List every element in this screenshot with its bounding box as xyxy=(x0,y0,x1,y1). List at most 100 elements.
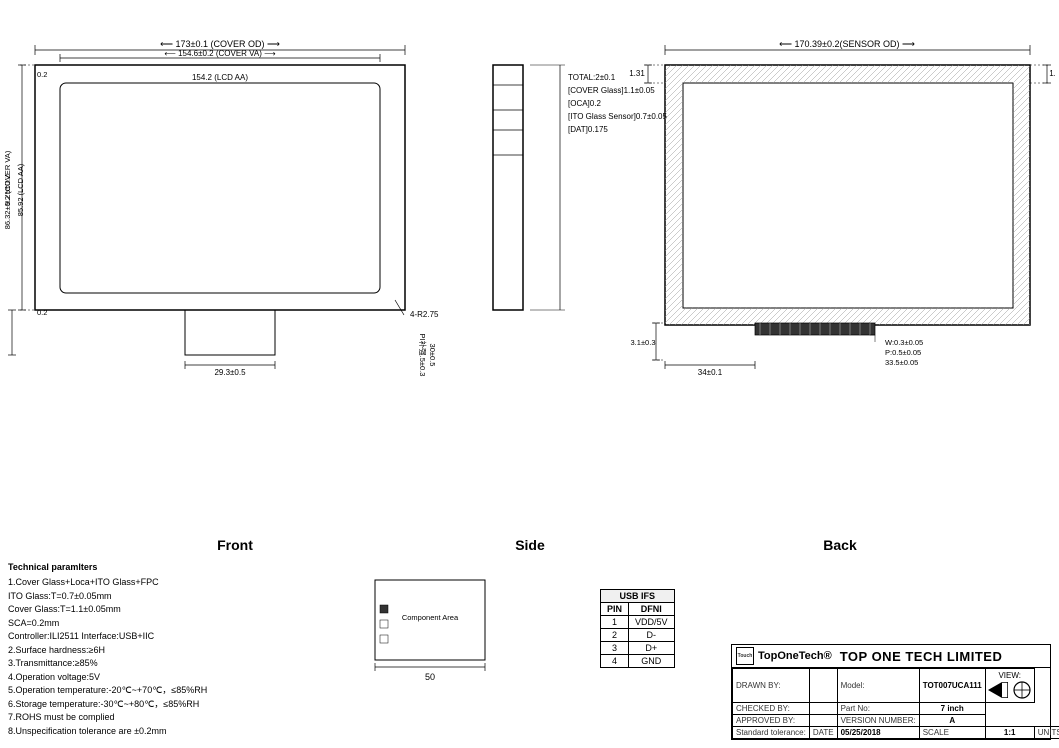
tb-part-no-value: 7 inch xyxy=(919,703,985,715)
back-dim-3-1: 3.1±0.3 xyxy=(631,338,656,347)
tb-model-value: TOT007UCA111 xyxy=(919,669,985,703)
tech-line-5: 2.Surface hardness:≥6H xyxy=(8,644,207,658)
logo-box: Touch xyxy=(736,647,754,665)
back-hatch-top xyxy=(665,65,1030,83)
view-crosshair xyxy=(1012,680,1032,700)
back-view-label: Back xyxy=(650,537,1030,553)
side-ito-glass: [ITO Glass Sensor]0.7±0.05 xyxy=(568,112,668,121)
back-hatch-bottom xyxy=(665,307,1030,325)
tech-line-0: 1.Cover Glass+Loca+ITO Glass+FPC xyxy=(8,576,207,590)
company-full-name: TOP ONE TECH LIMITED xyxy=(840,649,1003,664)
tb-approved-value xyxy=(809,715,837,727)
tech-line-4: Controller:ILI2511 Interface:USB+IIC xyxy=(8,630,207,644)
back-sensor-od xyxy=(665,65,1030,325)
usb-col-dfni: DFNI xyxy=(629,603,675,616)
tech-line-8: 5.Operation temperature:-20℃~+70℃，≤85%RH xyxy=(8,684,207,698)
usb-pin-2: 2 xyxy=(601,629,629,642)
tb-view-label: VIEW: xyxy=(988,671,1032,680)
connector-diagram: Component Area 50 26.19 xyxy=(370,575,500,693)
front-view-label: Front xyxy=(0,537,470,553)
dim-cover-od-width: ⟵ 173±0.1 (COVER OD) ⟶ xyxy=(160,39,280,49)
back-dim-34: 34±0.1 xyxy=(698,368,723,377)
usb-dfni-4: GND xyxy=(629,655,675,668)
dim-lcd-aa-width: 154.2 (LCD AA) xyxy=(192,73,248,82)
tb-row-approved: APPROVED BY: VERSION NUMBER: A xyxy=(733,715,1059,727)
usb-col-pin: PIN xyxy=(601,603,629,616)
usb-ifs-title: USB IFS xyxy=(601,590,675,603)
side-view-outline xyxy=(493,65,523,310)
connector-area-label: Component Area xyxy=(402,613,459,622)
tb-units-label: UNITS xyxy=(1034,727,1059,739)
usb-row-2: 2 D- xyxy=(601,629,675,642)
side-total: TOTAL:2±0.1 xyxy=(568,73,616,82)
usb-dfni-1: VDD/5V xyxy=(629,616,675,629)
tb-row-drawn: DRAWN BY: Model: TOT007UCA111 VIEW: xyxy=(733,669,1059,703)
dim-corner-radius: 4-R2.75 xyxy=(410,310,439,319)
company-logo: Touch TopOneTech® xyxy=(736,647,832,665)
tb-part-no-label: Part No: xyxy=(837,703,919,715)
back-dim-33-5: 33.5±0.05 xyxy=(885,358,918,367)
connector-svg: Component Area 50 26.19 xyxy=(370,575,500,690)
usb-ifs-table: USB IFS PIN DFNI 1 VDD/5V 2 D- 3 D+ 4 GN… xyxy=(600,589,675,668)
usb-pin-4: 4 xyxy=(601,655,629,668)
dim-0-2-top: 0.2 xyxy=(37,70,47,79)
tech-params: Technical paramlters 1.Cover Glass+Loca+… xyxy=(8,561,207,739)
dim-pi-30: 30±0.5 xyxy=(428,344,437,367)
side-dat: [DAT]0.175 xyxy=(568,125,608,134)
usb-pin-3: 3 xyxy=(601,642,629,655)
tb-row-checked: CHECKED BY: Part No: 7 inch xyxy=(733,703,1059,715)
tb-scale-value: 1:1 xyxy=(985,727,1034,739)
dim-lcd-aa-height: 85.92 (LCD AA) xyxy=(16,163,25,216)
tb-date-label: DATE xyxy=(809,727,837,739)
tb-checked-label: CHECKED BY: xyxy=(733,703,810,715)
tb-scale-label: SCALE xyxy=(919,727,985,739)
usb-dfni-2: D- xyxy=(629,629,675,642)
dim-pi-label: PI补强.5±0.3 xyxy=(418,334,428,377)
tech-line-6: 3.Transmittance:≥85% xyxy=(8,657,207,671)
front-lcd-aa xyxy=(60,83,380,293)
tech-line-7: 4.Operation voltage:5V xyxy=(8,671,207,685)
back-dim-w: W:0.3±0.05 xyxy=(885,338,923,347)
side-cover-glass: [COVER Glass]1.1±0.05 xyxy=(568,86,655,95)
dim-cover-va-width: ⟵ 154.6±0.2 (COVER VA) ⟶ xyxy=(164,49,276,58)
tb-version-label: VERSION NUMBER: xyxy=(837,715,919,727)
back-hatch-right xyxy=(1012,65,1030,325)
tb-std-tolerance-label: Standard tolerance: xyxy=(733,727,810,739)
back-dim-1-31-left: 1.31 xyxy=(629,69,645,78)
tb-drawn-label: DRAWN BY: xyxy=(733,669,810,703)
usb-row-4: 4 GND xyxy=(601,655,675,668)
schematic-svg: ⟵ 173±0.1 (COVER OD) ⟶ ⟵ 154.6±0.2 (COVE… xyxy=(5,5,1055,545)
back-dim-p: P:0.5±0.05 xyxy=(885,348,921,357)
back-hatch-left xyxy=(665,65,683,325)
title-block: Touch TopOneTech® TOP ONE TECH LIMITED D… xyxy=(731,644,1051,740)
dim-cover-va-height: 86.32±0.2 (COVER VA) xyxy=(5,150,12,229)
usb-row-3: 3 D+ xyxy=(601,642,675,655)
tech-line-10: 7.ROHS must be complied xyxy=(8,711,207,725)
side-view-label: Side xyxy=(450,537,610,553)
view-arrow-left xyxy=(988,682,1008,698)
back-pins xyxy=(755,323,875,335)
usb-ifs-container: USB IFS PIN DFNI 1 VDD/5V 2 D- 3 D+ 4 GN… xyxy=(600,589,675,668)
usb-dfni-3: D+ xyxy=(629,642,675,655)
brand-name: TopOneTech® xyxy=(758,650,832,662)
title-block-rows: DRAWN BY: Model: TOT007UCA111 VIEW: xyxy=(732,668,1059,739)
title-block-header: Touch TopOneTech® TOP ONE TECH LIMITED xyxy=(732,645,1050,668)
front-cover-od xyxy=(35,65,405,310)
back-dim-1-31-right: 1.31 xyxy=(1049,69,1055,78)
tb-model-label: Model: xyxy=(837,669,919,703)
tb-date-value: 05/25/2018 xyxy=(837,727,919,739)
tb-view-cell: VIEW: xyxy=(985,669,1034,703)
back-sensor-od-width: ⟵ 170.39±0.2(SENSOR OD) ⟶ xyxy=(779,39,915,49)
front-bottom-tab xyxy=(185,310,275,355)
tech-params-title: Technical paramlters xyxy=(8,561,207,575)
tech-line-1: ITO Glass:T=0.7±0.05mm xyxy=(8,590,207,604)
tech-line-9: 6.Storage temperature:-30℃~+80℃，≤85%RH xyxy=(8,698,207,712)
dim-bottom: 29.3±0.5 xyxy=(214,368,246,377)
usb-pin-1: 1 xyxy=(601,616,629,629)
tech-line-11: 8.Unspecification tolerance are ±0.2mm xyxy=(8,725,207,739)
tech-line-2: Cover Glass:T=1.1±0.05mm xyxy=(8,603,207,617)
tech-line-3: SCA=0.2mm xyxy=(8,617,207,631)
tb-row-std: Standard tolerance: DATE 05/25/2018 SCAL… xyxy=(733,727,1059,739)
tb-version-value: A xyxy=(919,715,985,727)
view-arrows xyxy=(988,680,1032,700)
